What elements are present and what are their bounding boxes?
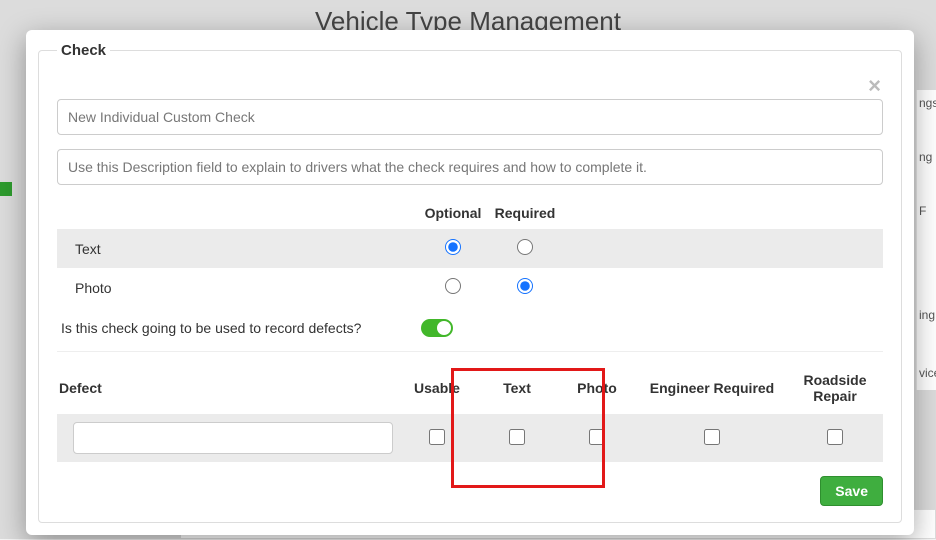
col-usable: Usable <box>397 362 477 414</box>
save-button[interactable]: Save <box>820 476 883 506</box>
defect-toggle-row: Is this check going to be used to record… <box>57 307 883 352</box>
col-roadside: Roadside Repair <box>787 362 883 414</box>
defect-table: Defect Usable Text Photo Engineer Requir… <box>57 362 883 462</box>
text-optional-radio[interactable] <box>445 239 461 255</box>
photo-required-radio[interactable] <box>517 278 533 294</box>
close-icon[interactable]: × <box>868 75 881 97</box>
sidebar-fragment <box>0 182 12 196</box>
table-row: Photo <box>57 268 883 307</box>
defect-row <box>57 414 883 462</box>
right-sidebar-fragment: ngs ng F ing vice 6 w sal <box>916 90 936 390</box>
col-required: Required <box>489 197 561 229</box>
defect-toggle[interactable] <box>421 319 453 337</box>
defect-question: Is this check going to be used to record… <box>61 320 361 336</box>
col-engineer: Engineer Required <box>637 362 787 414</box>
defect-col-label: Defect <box>57 362 397 414</box>
col-photo: Photo <box>557 362 637 414</box>
col-optional: Optional <box>417 197 489 229</box>
row-label: Text <box>57 229 417 268</box>
col-text: Text <box>477 362 557 414</box>
defect-name-input[interactable] <box>73 422 393 454</box>
check-modal: Check × Optional Required Text <box>26 30 914 535</box>
check-name-input[interactable] <box>57 99 883 135</box>
table-row: Text <box>57 229 883 268</box>
photo-optional-radio[interactable] <box>445 278 461 294</box>
requirement-table: Optional Required Text Photo <box>57 197 883 307</box>
check-fieldset: Check × Optional Required Text <box>38 42 902 523</box>
text-required-radio[interactable] <box>517 239 533 255</box>
usable-checkbox[interactable] <box>429 429 445 445</box>
row-label: Photo <box>57 268 417 307</box>
engineer-checkbox[interactable] <box>704 429 720 445</box>
check-legend: Check <box>57 42 110 59</box>
roadside-checkbox[interactable] <box>827 429 843 445</box>
photo-checkbox[interactable] <box>589 429 605 445</box>
check-description-input[interactable] <box>57 149 883 185</box>
text-checkbox[interactable] <box>509 429 525 445</box>
